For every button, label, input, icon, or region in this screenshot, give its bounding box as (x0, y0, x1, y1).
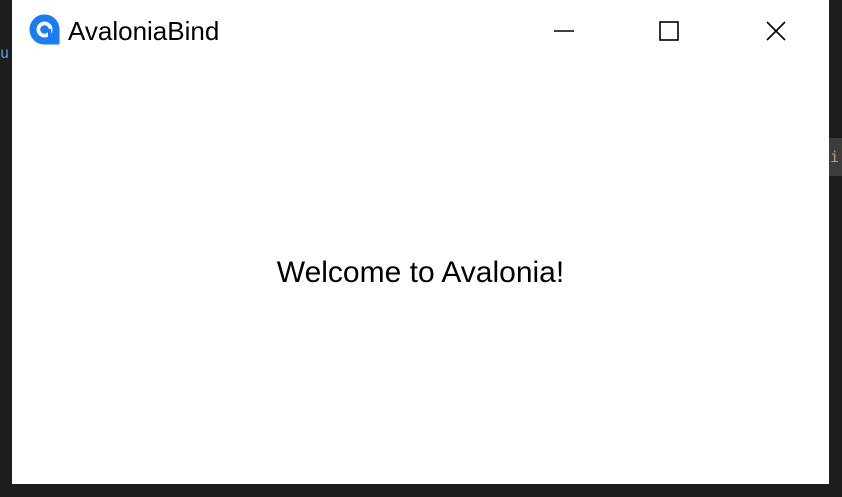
editor-code-fragment-right: i (830, 148, 840, 166)
editor-code-fragment-left: u (0, 44, 10, 62)
title-bar[interactable]: AvaloniaBind (12, 0, 829, 62)
window-title: AvaloniaBind (68, 16, 220, 46)
avalonia-logo-icon (29, 14, 60, 45)
minimize-icon (554, 30, 574, 32)
close-icon (766, 21, 786, 41)
window-content: Welcome to Avalonia! (12, 62, 829, 484)
welcome-message: Welcome to Avalonia! (276, 256, 565, 289)
close-button[interactable] (724, 0, 828, 62)
minimize-button[interactable] (512, 0, 616, 62)
maximize-button[interactable] (617, 0, 721, 62)
maximize-icon (659, 21, 679, 41)
app-window: AvaloniaBind Welcome to Avalonia! (12, 0, 829, 484)
